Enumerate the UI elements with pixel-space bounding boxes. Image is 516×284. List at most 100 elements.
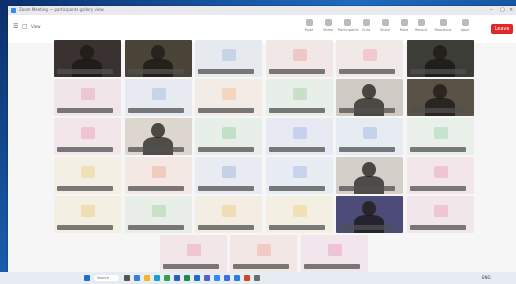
participant-name-label	[303, 264, 360, 269]
participant-tile[interactable]	[124, 79, 192, 116]
maximize-icon[interactable]: ▢	[500, 7, 505, 13]
camera-button[interactable]: Video	[319, 19, 337, 32]
participant-video-body	[142, 137, 173, 155]
participant-tile[interactable]	[336, 79, 403, 116]
participant-tile[interactable]	[195, 79, 262, 116]
teams-icon[interactable]	[204, 275, 210, 281]
participant-name-label	[268, 147, 325, 152]
word-icon[interactable]	[174, 275, 180, 281]
participant-tile[interactable]	[54, 157, 121, 194]
excel-icon[interactable]	[184, 275, 190, 281]
participant-tile[interactable]	[124, 118, 192, 155]
participant-tile[interactable]	[265, 40, 333, 77]
participant-name-label	[409, 225, 466, 230]
settings-icon[interactable]	[254, 275, 260, 281]
participant-name-label	[57, 186, 113, 191]
menu-icon[interactable]: ☰	[13, 23, 18, 30]
view-button[interactable]: View	[31, 24, 41, 29]
apps-button[interactable]: Apps	[456, 19, 474, 32]
tool-label: More	[399, 28, 409, 32]
participant-tile[interactable]	[265, 196, 333, 233]
participant-tile[interactable]	[124, 40, 192, 77]
participant-video-body	[354, 176, 384, 194]
participant-tile[interactable]	[195, 157, 262, 194]
avatar	[292, 166, 307, 178]
window-title: Zoom Meeting — participants gallery view	[19, 7, 104, 12]
participant-video-body	[424, 59, 455, 77]
people-button[interactable]: Participants	[338, 19, 359, 32]
participant-tile[interactable]	[265, 157, 333, 194]
chrome-icon[interactable]	[164, 275, 170, 281]
participant-name-label	[57, 108, 113, 113]
tool-label: Share	[379, 28, 391, 32]
leave-button[interactable]: Leave	[491, 24, 513, 34]
participant-tile[interactable]	[124, 157, 192, 194]
participant-tile[interactable]	[336, 40, 403, 77]
participant-tile[interactable]	[159, 235, 227, 272]
title-bar: Zoom Meeting — participants gallery view…	[8, 6, 516, 15]
mic-button[interactable]: Mute	[300, 19, 318, 32]
chat-icon	[362, 19, 370, 26]
participant-tile[interactable]	[406, 196, 474, 233]
mic-icon	[305, 19, 313, 26]
share-icon	[381, 19, 389, 26]
participant-video-head	[362, 162, 376, 177]
tool-label: Participants	[338, 28, 359, 32]
share-button[interactable]: Share	[376, 19, 394, 32]
chat-button[interactable]: Chat	[357, 19, 375, 32]
participant-tile[interactable]	[54, 196, 121, 233]
language-indicator[interactable]: ENG	[482, 275, 491, 280]
powerpoint-icon[interactable]	[244, 275, 250, 281]
participant-video-body	[354, 98, 384, 116]
participant-tile[interactable]	[230, 235, 298, 272]
participant-name-label	[268, 108, 325, 113]
participant-tile[interactable]	[336, 157, 403, 194]
outlook-icon[interactable]	[194, 275, 200, 281]
participant-tile[interactable]	[195, 40, 262, 77]
participant-name-label	[339, 225, 395, 230]
tool-label: Reactions	[434, 28, 452, 32]
record-button[interactable]: Record	[412, 19, 430, 32]
participant-video-body	[72, 59, 102, 77]
participant-tile[interactable]	[124, 196, 192, 233]
taskbar-search-box[interactable]: Search	[94, 275, 119, 281]
layout-icon[interactable]: ▢	[22, 23, 28, 30]
reactions-button[interactable]: Reactions	[434, 19, 452, 32]
windows-start-icon[interactable]	[84, 275, 90, 281]
widgets-icon[interactable]	[134, 275, 140, 281]
participant-name-label	[127, 147, 184, 152]
participant-name-label	[409, 108, 466, 113]
participant-tile[interactable]	[300, 235, 368, 272]
participant-tile[interactable]	[54, 118, 121, 155]
participant-tile[interactable]	[336, 118, 403, 155]
file-explorer-icon[interactable]	[144, 275, 150, 281]
participant-name-label	[233, 264, 290, 269]
search-icon[interactable]	[124, 275, 130, 281]
participant-tile[interactable]	[265, 79, 333, 116]
avatar	[186, 244, 201, 256]
participant-name-label	[268, 225, 325, 230]
participant-name-label	[198, 186, 254, 191]
participant-tile[interactable]	[406, 118, 474, 155]
participant-tile[interactable]	[406, 40, 474, 77]
participant-tile[interactable]	[406, 79, 474, 116]
participant-tile[interactable]	[195, 196, 262, 233]
close-icon[interactable]: ×	[509, 7, 513, 13]
zoom-icon[interactable]	[214, 275, 220, 281]
participant-tile[interactable]	[54, 40, 121, 77]
mail-icon[interactable]	[234, 275, 240, 281]
avatar	[292, 88, 307, 100]
participant-name-label	[268, 186, 325, 191]
participant-tile[interactable]	[265, 118, 333, 155]
more-button[interactable]: More	[395, 19, 413, 32]
minimize-icon[interactable]: –	[490, 7, 493, 13]
participant-name-label	[339, 147, 395, 152]
store-icon[interactable]	[224, 275, 230, 281]
participant-video-head	[80, 45, 94, 60]
participant-tile[interactable]	[54, 79, 121, 116]
zoom-logo-icon	[11, 8, 16, 13]
edge-icon[interactable]	[154, 275, 160, 281]
participant-tile[interactable]	[406, 157, 474, 194]
participant-tile[interactable]	[195, 118, 262, 155]
participant-tile[interactable]	[336, 196, 403, 233]
